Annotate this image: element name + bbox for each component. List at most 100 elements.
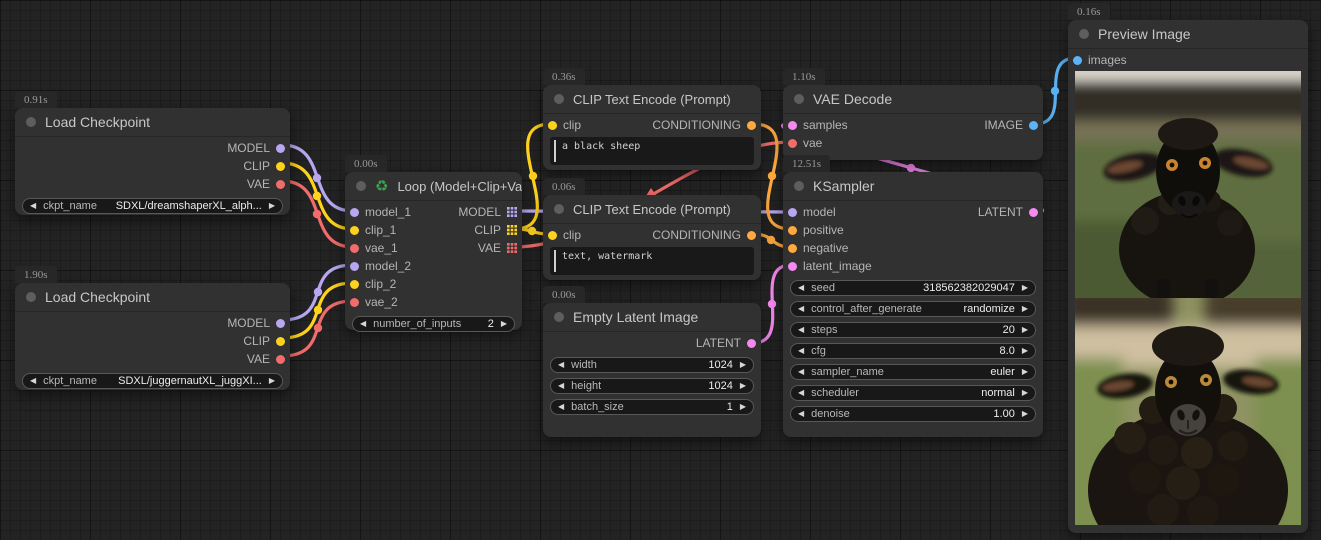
input-slot-clip-2[interactable]: clip_2 bbox=[350, 277, 396, 291]
slot-dot[interactable] bbox=[788, 208, 797, 217]
grid-slot-icon[interactable] bbox=[507, 225, 517, 235]
node-title-bar[interactable]: CLIP Text Encode (Prompt) bbox=[543, 195, 761, 224]
node-load-checkpoint-2[interactable]: 1.90s Load Checkpoint MODEL CLIP VAE ◀ c… bbox=[15, 283, 290, 390]
slot-dot[interactable] bbox=[1073, 56, 1082, 65]
output-slot-vae[interactable]: VAE bbox=[247, 352, 285, 366]
denoise-widget[interactable]: ◀ denoise 1.00 ▶ bbox=[790, 406, 1036, 422]
widget-next-arrow[interactable]: ▶ bbox=[1022, 389, 1028, 397]
slot-dot[interactable] bbox=[747, 231, 756, 240]
collapse-dot[interactable] bbox=[26, 292, 36, 302]
widget-next-arrow[interactable]: ▶ bbox=[1022, 305, 1028, 313]
input-slot-model-2[interactable]: model_2 bbox=[350, 259, 411, 273]
widget-prev-arrow[interactable]: ◀ bbox=[798, 326, 804, 334]
collapse-dot[interactable] bbox=[356, 181, 366, 191]
widget-prev-arrow[interactable]: ◀ bbox=[360, 320, 366, 328]
input-slot-positive[interactable]: positive bbox=[788, 223, 844, 237]
widget-next-arrow[interactable]: ▶ bbox=[269, 202, 275, 210]
cfg-widget[interactable]: ◀ cfg 8.0 ▶ bbox=[790, 343, 1036, 359]
input-slot-vae[interactable]: vae bbox=[788, 136, 822, 150]
width-widget[interactable]: ◀ width 1024 ▶ bbox=[550, 357, 754, 373]
output-slot-conditioning[interactable]: CONDITIONING bbox=[652, 118, 756, 132]
slot-dot[interactable] bbox=[548, 121, 557, 130]
steps-widget[interactable]: ◀ steps 20 ▶ bbox=[790, 322, 1036, 338]
slot-dot[interactable] bbox=[747, 339, 756, 348]
input-slot-model[interactable]: model bbox=[788, 205, 836, 219]
control-after-generate-widget[interactable]: ◀ control_after_generate randomize ▶ bbox=[790, 301, 1036, 317]
node-title-bar[interactable]: KSampler bbox=[783, 172, 1043, 201]
widget-prev-arrow[interactable]: ◀ bbox=[558, 361, 564, 369]
input-slot-negative[interactable]: negative bbox=[788, 241, 848, 255]
sampler-name-widget[interactable]: ◀ sampler_name euler ▶ bbox=[790, 364, 1036, 380]
slot-dot[interactable] bbox=[1029, 208, 1038, 217]
node-title-bar[interactable]: Preview Image bbox=[1068, 20, 1308, 49]
output-slot-vae[interactable]: VAE bbox=[247, 177, 285, 191]
collapse-dot[interactable] bbox=[26, 117, 36, 127]
output-slot-latent[interactable]: LATENT bbox=[696, 336, 756, 350]
slot-dot[interactable] bbox=[276, 355, 285, 364]
output-slot-image[interactable]: IMAGE bbox=[984, 118, 1038, 132]
prompt-textarea[interactable]: a black sheep bbox=[550, 137, 754, 165]
widget-prev-arrow[interactable]: ◀ bbox=[798, 389, 804, 397]
node-empty-latent-image[interactable]: 0.00s Empty Latent Image LATENT ◀ width … bbox=[543, 303, 761, 437]
slot-dot[interactable] bbox=[276, 319, 285, 328]
widget-next-arrow[interactable]: ▶ bbox=[1022, 410, 1028, 418]
node-title-bar[interactable]: ♻ Loop (Model+Clip+Vae) bbox=[345, 172, 522, 201]
collapse-dot[interactable] bbox=[554, 312, 564, 322]
slot-dot[interactable] bbox=[788, 121, 797, 130]
slot-dot[interactable] bbox=[788, 244, 797, 253]
input-slot-vae-1[interactable]: vae_1 bbox=[350, 241, 398, 255]
collapse-dot[interactable] bbox=[554, 94, 564, 104]
slot-dot[interactable] bbox=[276, 180, 285, 189]
slot-dot[interactable] bbox=[350, 226, 359, 235]
slot-dot[interactable] bbox=[350, 298, 359, 307]
collapse-dot[interactable] bbox=[1079, 29, 1089, 39]
input-slot-latent-image[interactable]: latent_image bbox=[788, 259, 872, 273]
number-of-inputs-widget[interactable]: ◀ number_of_inputs 2 ▶ bbox=[352, 316, 515, 332]
node-ksampler[interactable]: 12.51s KSampler model LATENT positive ne… bbox=[783, 172, 1043, 437]
collapse-dot[interactable] bbox=[794, 181, 804, 191]
node-graph-canvas[interactable]: 0.91s Load Checkpoint MODEL CLIP VAE ◀ c… bbox=[0, 0, 1321, 540]
node-title-bar[interactable]: CLIP Text Encode (Prompt) bbox=[543, 85, 761, 114]
slot-dot[interactable] bbox=[747, 121, 756, 130]
output-slot-latent[interactable]: LATENT bbox=[978, 205, 1038, 219]
prompt-textarea[interactable]: text, watermark bbox=[550, 247, 754, 275]
scheduler-widget[interactable]: ◀ scheduler normal ▶ bbox=[790, 385, 1036, 401]
output-slot-clip[interactable]: CLIP bbox=[243, 334, 285, 348]
ckpt-name-widget[interactable]: ◀ ckpt_name SDXL/juggernautXL_juggXI... … bbox=[22, 373, 283, 389]
widget-next-arrow[interactable]: ▶ bbox=[1022, 347, 1028, 355]
input-slot-samples[interactable]: samples bbox=[788, 118, 848, 132]
node-loop[interactable]: 0.00s ♻ Loop (Model+Clip+Vae) model_1 MO… bbox=[345, 172, 522, 330]
slot-dot[interactable] bbox=[276, 144, 285, 153]
slot-dot[interactable] bbox=[788, 226, 797, 235]
node-vae-decode[interactable]: 1.10s VAE Decode samples IMAGE vae bbox=[783, 85, 1043, 160]
input-slot-vae-2[interactable]: vae_2 bbox=[350, 295, 398, 309]
input-slot-clip[interactable]: clip bbox=[548, 228, 581, 242]
widget-next-arrow[interactable]: ▶ bbox=[740, 361, 746, 369]
height-widget[interactable]: ◀ height 1024 ▶ bbox=[550, 378, 754, 394]
node-load-checkpoint-1[interactable]: 0.91s Load Checkpoint MODEL CLIP VAE ◀ c… bbox=[15, 108, 290, 215]
grid-slot-icon[interactable] bbox=[507, 243, 517, 253]
output-slot-clip[interactable]: CLIP bbox=[243, 159, 285, 173]
slot-dot[interactable] bbox=[350, 262, 359, 271]
collapse-dot[interactable] bbox=[794, 94, 804, 104]
widget-next-arrow[interactable]: ▶ bbox=[740, 382, 746, 390]
output-slot-conditioning[interactable]: CONDITIONING bbox=[652, 228, 756, 242]
widget-next-arrow[interactable]: ▶ bbox=[1022, 326, 1028, 334]
widget-prev-arrow[interactable]: ◀ bbox=[798, 305, 804, 313]
slot-dot[interactable] bbox=[548, 231, 557, 240]
output-slot-vae[interactable]: VAE bbox=[478, 241, 517, 255]
node-title-bar[interactable]: Load Checkpoint bbox=[15, 283, 290, 312]
widget-prev-arrow[interactable]: ◀ bbox=[798, 368, 804, 376]
node-clip-text-encode-negative[interactable]: 0.06s CLIP Text Encode (Prompt) clip CON… bbox=[543, 195, 761, 280]
input-slot-clip[interactable]: clip bbox=[548, 118, 581, 132]
input-slot-model-1[interactable]: model_1 bbox=[350, 205, 411, 219]
input-slot-images[interactable]: images bbox=[1073, 53, 1127, 67]
collapse-dot[interactable] bbox=[554, 204, 564, 214]
widget-next-arrow[interactable]: ▶ bbox=[740, 403, 746, 411]
slot-dot[interactable] bbox=[1029, 121, 1038, 130]
widget-next-arrow[interactable]: ▶ bbox=[501, 320, 507, 328]
slot-dot[interactable] bbox=[350, 244, 359, 253]
slot-dot[interactable] bbox=[276, 162, 285, 171]
slot-dot[interactable] bbox=[788, 262, 797, 271]
widget-next-arrow[interactable]: ▶ bbox=[1022, 368, 1028, 376]
